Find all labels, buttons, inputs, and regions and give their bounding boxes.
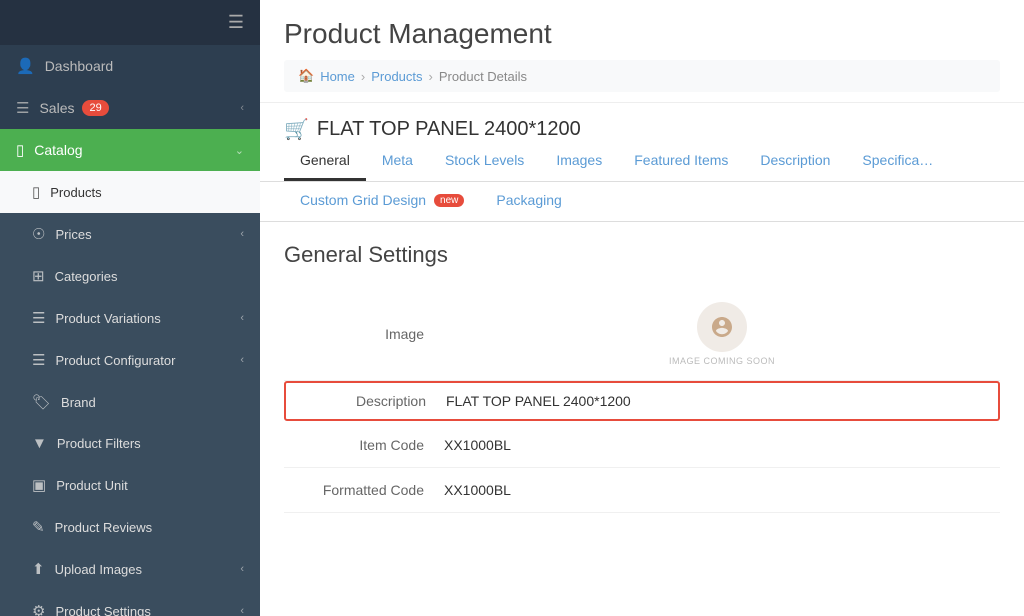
sidebar-item-label: Sales <box>39 100 74 116</box>
chevron-icon: ‹ <box>240 563 244 575</box>
upload-icon: ⬆ <box>32 560 45 578</box>
sales-icon: ☰ <box>16 99 29 117</box>
chevron-icon: ‹ <box>240 354 244 366</box>
breadcrumb-current: Product Details <box>439 69 527 84</box>
tab-specification[interactable]: Specifica… <box>846 142 949 181</box>
sidebar-item-categories[interactable]: ⊞ Categories <box>0 255 260 297</box>
brand-icon: 🏷 <box>32 393 51 411</box>
tab-custom-grid-design-label: Custom Grid Design <box>300 192 426 208</box>
image-value: IMAGE COMING SOON <box>444 302 1000 366</box>
chevron-icon: ‹ <box>240 312 244 324</box>
breadcrumb-sep-1: › <box>361 69 365 84</box>
item-code-label: Item Code <box>284 437 444 453</box>
sidebar-item-label: Dashboard <box>45 58 114 74</box>
image-placeholder: IMAGE COMING SOON <box>444 302 1000 366</box>
chevron-down-icon: ⌄ <box>235 144 244 157</box>
variations-icon: ☰ <box>32 309 45 327</box>
sales-badge: 29 <box>82 100 108 116</box>
sidebar-item-brand[interactable]: 🏷 Brand <box>0 381 260 423</box>
content-area: General Settings Image IMAGE COMING SOON… <box>260 222 1024 616</box>
products-icon: ▯ <box>32 183 40 201</box>
configurator-icon: ☰ <box>32 351 45 369</box>
hamburger-icon[interactable]: ☰ <box>228 12 244 33</box>
sidebar-item-product-variations[interactable]: ☰ Product Variations ‹ <box>0 297 260 339</box>
tab-packaging[interactable]: Packaging <box>480 182 577 221</box>
description-value: FLAT TOP PANEL 2400*1200 <box>446 393 998 409</box>
main-header: Product Management 🏠 Home › Products › P… <box>260 0 1024 103</box>
dashboard-icon: 👤 <box>16 57 35 75</box>
sidebar-item-label: Product Reviews <box>55 520 153 535</box>
sidebar-item-label: Product Unit <box>56 478 128 493</box>
tab-stock-levels[interactable]: Stock Levels <box>429 142 540 181</box>
tab-general[interactable]: General <box>284 142 366 181</box>
sidebar-item-sales[interactable]: ☰ Sales 29 ‹ <box>0 87 260 129</box>
item-code-value: XX1000BL <box>444 437 1000 453</box>
tab-meta[interactable]: Meta <box>366 142 429 181</box>
chevron-icon: ‹ <box>240 102 244 114</box>
formatted-code-value: XX1000BL <box>444 482 1000 498</box>
sidebar-item-label: Product Variations <box>55 311 160 326</box>
tabs-row-1: General Meta Stock Levels Images Feature… <box>260 142 1024 182</box>
field-row-formatted-code: Formatted Code XX1000BL <box>284 468 1000 513</box>
chevron-icon: ‹ <box>240 228 244 240</box>
image-label: Image <box>284 326 444 342</box>
sidebar-item-label: Product Configurator <box>55 353 175 368</box>
sidebar-item-product-settings[interactable]: ⚙ Product Settings ‹ <box>0 590 260 616</box>
cart-icon: 🛒 <box>284 117 309 142</box>
sidebar-item-label: Products <box>50 185 101 200</box>
prices-icon: ☉ <box>32 225 45 243</box>
sidebar-item-product-filters[interactable]: ▼ Product Filters <box>0 423 260 464</box>
image-circle <box>697 302 747 352</box>
tab-images[interactable]: Images <box>540 142 618 181</box>
sidebar-item-dashboard[interactable]: 👤 Dashboard <box>0 45 260 87</box>
description-text: FLAT TOP PANEL 2400*1200 <box>446 393 631 409</box>
field-row-item-code: Item Code XX1000BL <box>284 423 1000 468</box>
sidebar-item-label: Catalog <box>34 142 82 158</box>
description-label: Description <box>286 393 446 409</box>
sidebar-item-catalog[interactable]: ▯ Catalog ⌄ <box>0 129 260 171</box>
sidebar-item-label: Product Settings <box>55 604 150 616</box>
sidebar-item-upload-images[interactable]: ⬆ Upload Images ‹ <box>0 548 260 590</box>
image-coming-soon-text: IMAGE COMING SOON <box>669 356 775 366</box>
page-title: Product Management <box>284 18 1000 50</box>
new-badge: new <box>434 194 464 207</box>
sidebar-item-product-configurator[interactable]: ☰ Product Configurator ‹ <box>0 339 260 381</box>
unit-icon: ▣ <box>32 476 46 494</box>
sidebar-item-label: Categories <box>55 269 118 284</box>
catalog-icon: ▯ <box>16 141 24 159</box>
settings-icon: ⚙ <box>32 602 45 616</box>
tabs-row-2: Custom Grid Design new Packaging <box>260 182 1024 222</box>
filters-icon: ▼ <box>32 435 47 452</box>
sidebar-item-label: Upload Images <box>55 562 142 577</box>
tab-featured-items[interactable]: Featured Items <box>618 142 744 181</box>
sidebar-item-product-reviews[interactable]: ✎ Product Reviews <box>0 506 260 548</box>
sidebar-item-label: Brand <box>61 395 96 410</box>
breadcrumb: 🏠 Home › Products › Product Details <box>284 60 1000 92</box>
sidebar-item-label: Product Filters <box>57 436 141 451</box>
product-heading: 🛒 FLAT TOP PANEL 2400*1200 <box>260 103 1024 142</box>
field-row-description: Description FLAT TOP PANEL 2400*1200 <box>284 381 1000 421</box>
sidebar-item-prices[interactable]: ☉ Prices ‹ <box>0 213 260 255</box>
categories-icon: ⊞ <box>32 267 45 285</box>
breadcrumb-products[interactable]: Products <box>371 69 422 84</box>
breadcrumb-home[interactable]: Home <box>320 69 355 84</box>
product-name: FLAT TOP PANEL 2400*1200 <box>317 118 581 141</box>
tab-custom-grid-design[interactable]: Custom Grid Design new <box>284 182 480 221</box>
chevron-icon: ‹ <box>240 605 244 616</box>
sidebar: ☰ 👤 Dashboard ☰ Sales 29 ‹ ▯ Catalog ⌄ ▯… <box>0 0 260 616</box>
image-upload-icon <box>710 315 734 339</box>
tab-description[interactable]: Description <box>744 142 846 181</box>
section-title: General Settings <box>284 242 1000 268</box>
sidebar-item-product-unit[interactable]: ▣ Product Unit <box>0 464 260 506</box>
field-row-image: Image IMAGE COMING SOON <box>284 288 1000 381</box>
sidebar-header: ☰ <box>0 0 260 45</box>
main-content: Product Management 🏠 Home › Products › P… <box>260 0 1024 616</box>
home-icon: 🏠 <box>298 68 314 84</box>
breadcrumb-sep-2: › <box>429 69 433 84</box>
reviews-icon: ✎ <box>32 518 45 536</box>
sidebar-item-label: Prices <box>55 227 91 242</box>
formatted-code-label: Formatted Code <box>284 482 444 498</box>
sidebar-item-products[interactable]: ▯ Products <box>0 171 260 213</box>
